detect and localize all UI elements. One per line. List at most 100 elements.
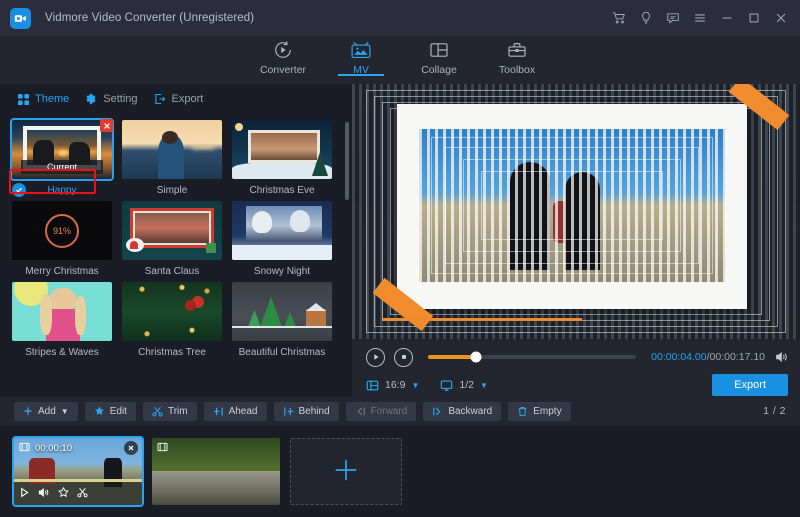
tab-collage[interactable]: Collage xyxy=(400,36,478,76)
aspect-ratio-control[interactable]: 16:9 ▼ xyxy=(366,379,419,392)
feedback-icon[interactable] xyxy=(659,4,686,32)
maximize-button[interactable] xyxy=(740,4,767,32)
film-icon xyxy=(19,442,30,455)
theme-scrollbar[interactable] xyxy=(345,122,349,372)
resolution-control[interactable]: 1/2 ▼ xyxy=(440,379,488,392)
timeline-clip[interactable]: 00:00:10 xyxy=(14,438,142,505)
preview-video-frame xyxy=(419,129,725,282)
trash-icon xyxy=(517,406,528,417)
theme-item-merry-christmas[interactable]: 91% Merry Christmas xyxy=(12,201,112,278)
theme-thumbnail xyxy=(122,201,222,260)
playback-slider[interactable] xyxy=(428,355,636,359)
preview-panel: 00:00:04.00/00:00:17.10 16:9 ▼ xyxy=(352,84,800,397)
menu-icon[interactable] xyxy=(686,4,713,32)
edit-button-label: Edit xyxy=(110,406,127,417)
grid-icon xyxy=(18,94,29,105)
tab-mv[interactable]: MV xyxy=(322,36,400,76)
playback-slider-handle[interactable] xyxy=(470,352,481,363)
cart-icon[interactable] xyxy=(605,4,632,32)
clip-timeline: 00:00:10 xyxy=(0,425,800,517)
theme-scrollbar-thumb[interactable] xyxy=(345,122,349,200)
sub-tab-setting-label: Setting xyxy=(103,93,137,105)
edit-button[interactable]: Edit xyxy=(85,402,136,421)
main-body: Theme Setting Export xyxy=(0,84,800,397)
sub-tab-theme[interactable]: Theme xyxy=(14,88,81,110)
theme-item-stripes-waves[interactable]: Stripes & Waves xyxy=(12,282,112,359)
minimize-button[interactable] xyxy=(713,4,740,32)
theme-name: Beautiful Christmas xyxy=(232,346,332,359)
aspect-ratio-value: 16:9 xyxy=(385,379,405,391)
sub-tab-export[interactable]: Export xyxy=(150,88,216,110)
behind-button-label: Behind xyxy=(299,406,330,417)
chevron-down-icon[interactable]: ▼ xyxy=(480,381,488,390)
theme-name: Happy xyxy=(12,184,112,197)
playback-progress-fill xyxy=(428,355,476,359)
lightbulb-icon[interactable] xyxy=(632,4,659,32)
film-icon xyxy=(157,442,168,455)
theme-item-happy[interactable]: Current Happy xyxy=(12,120,112,197)
video-preview[interactable] xyxy=(352,84,800,339)
playback-row: 00:00:04.00/00:00:17.10 xyxy=(366,345,788,369)
output-options-row: 16:9 ▼ 1/2 ▼ Export xyxy=(366,373,788,397)
theme-row: Stripes & Waves Christmas Tree xyxy=(12,282,342,359)
theme-row: 91% Merry Christmas Sant xyxy=(12,201,342,278)
add-button[interactable]: Add ▼ xyxy=(14,402,78,421)
forward-button[interactable]: Forward xyxy=(346,402,417,421)
timeline-clip[interactable] xyxy=(152,438,280,505)
theme-item-santa-claus[interactable]: Santa Claus xyxy=(122,201,222,278)
tab-converter[interactable]: Converter xyxy=(244,36,322,76)
active-tab-underline xyxy=(338,74,384,76)
insert-ahead-icon xyxy=(213,406,224,417)
sub-tab-theme-label: Theme xyxy=(35,93,69,105)
theme-item-christmas-eve[interactable]: Christmas Eve xyxy=(232,120,332,197)
close-button[interactable] xyxy=(767,4,794,32)
app-window: Vidmore Video Converter (Unregistered) xyxy=(0,0,800,517)
chevron-down-icon[interactable]: ▼ xyxy=(61,407,69,416)
theme-item-christmas-tree[interactable]: Christmas Tree xyxy=(122,282,222,359)
theme-name: Snowy Night xyxy=(232,265,332,278)
empty-button[interactable]: Empty xyxy=(508,402,570,421)
backward-button-label: Backward xyxy=(448,406,492,417)
backward-button[interactable]: Backward xyxy=(423,402,501,421)
trim-icon[interactable] xyxy=(77,487,88,501)
aspect-ratio-icon xyxy=(366,379,379,392)
chevron-down-icon[interactable]: ▼ xyxy=(411,381,419,390)
play-icon[interactable] xyxy=(19,487,30,501)
preview-white-frame xyxy=(397,104,747,309)
theme-item-simple[interactable]: Simple xyxy=(122,120,222,197)
move-forward-icon xyxy=(355,406,366,417)
stop-icon[interactable] xyxy=(394,348,413,367)
theme-name: Christmas Tree xyxy=(122,346,222,359)
time-display: 00:00:04.00/00:00:17.10 xyxy=(651,351,765,363)
clip-close-icon[interactable] xyxy=(124,441,138,455)
behind-button[interactable]: Behind xyxy=(274,402,339,421)
converter-icon xyxy=(273,39,293,61)
preview-inner-frames xyxy=(419,129,725,282)
theme-thumbnail xyxy=(232,282,332,341)
ahead-button[interactable]: Ahead xyxy=(204,402,267,421)
theme-remove-icon[interactable] xyxy=(100,119,113,132)
theme-name: Simple xyxy=(122,184,222,197)
clip-hover-tools xyxy=(19,487,88,501)
theme-item-snowy-night[interactable]: Snowy Night xyxy=(232,201,332,278)
plus-icon xyxy=(332,456,360,487)
theme-thumbnail xyxy=(232,120,332,179)
play-icon[interactable] xyxy=(366,348,385,367)
tab-collage-label: Collage xyxy=(421,64,457,76)
theme-row: Current Happy xyxy=(12,120,342,197)
volume-icon[interactable] xyxy=(38,487,50,501)
theme-current-badge: Current xyxy=(21,160,103,174)
title-bar: Vidmore Video Converter (Unregistered) xyxy=(0,0,800,36)
main-navigation: Converter MV Collage Toolbox xyxy=(0,36,800,84)
edit-icon[interactable] xyxy=(58,487,69,501)
sub-tab-setting[interactable]: Setting xyxy=(81,88,149,110)
sub-tab-bar: Theme Setting Export xyxy=(0,84,352,114)
theme-item-beautiful-christmas[interactable]: Beautiful Christmas xyxy=(232,282,332,359)
sub-tab-export-label: Export xyxy=(172,93,204,105)
export-button[interactable]: Export xyxy=(712,374,788,396)
forward-button-label: Forward xyxy=(371,406,408,417)
volume-icon[interactable] xyxy=(774,350,788,364)
tab-toolbox[interactable]: Toolbox xyxy=(478,36,556,76)
add-clip-slot[interactable] xyxy=(290,438,402,505)
trim-button[interactable]: Trim xyxy=(143,402,197,421)
